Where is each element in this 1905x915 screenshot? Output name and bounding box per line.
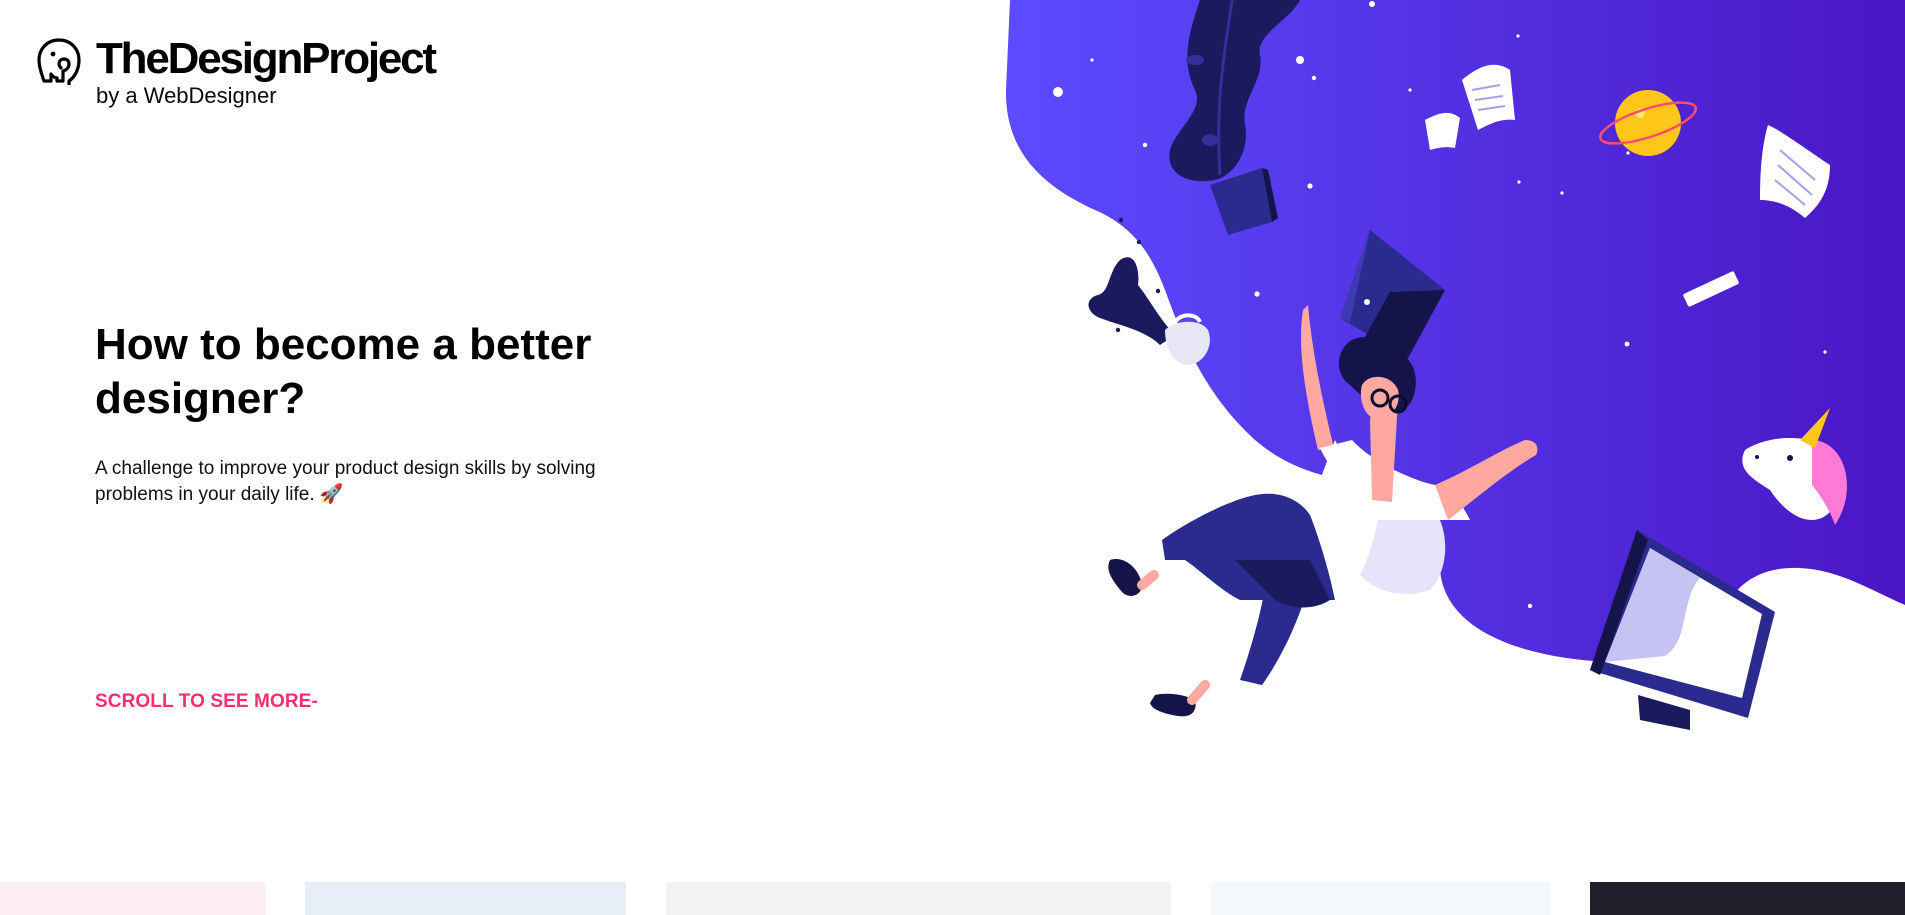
landing-page: TheDesignProject by a WebDesigner How to… xyxy=(0,0,1905,915)
card-gray[interactable] xyxy=(666,882,1171,915)
falling-designer-illustration xyxy=(1005,0,1905,730)
card-dark[interactable] xyxy=(1590,882,1905,915)
hero-description: A challenge to improve your product desi… xyxy=(95,458,596,505)
elephant-logo-icon xyxy=(37,38,81,85)
brand-home-link[interactable]: TheDesignProject by a WebDesigner xyxy=(36,34,437,109)
hero-heading: How to become a better designer? xyxy=(95,320,592,423)
brand-subtitle: by a WebDesigner xyxy=(96,83,277,108)
scroll-to-see-more-link[interactable]: SCROLL TO SEE MORE- xyxy=(95,690,318,714)
card-pink[interactable] xyxy=(0,882,266,915)
brand-text: TheDesignProject by a WebDesigner xyxy=(96,34,437,109)
card-light[interactable] xyxy=(1211,882,1550,915)
card-blue[interactable] xyxy=(305,882,626,915)
cards-preview-strip xyxy=(0,882,1905,915)
brand-title: TheDesignProject xyxy=(96,34,437,83)
